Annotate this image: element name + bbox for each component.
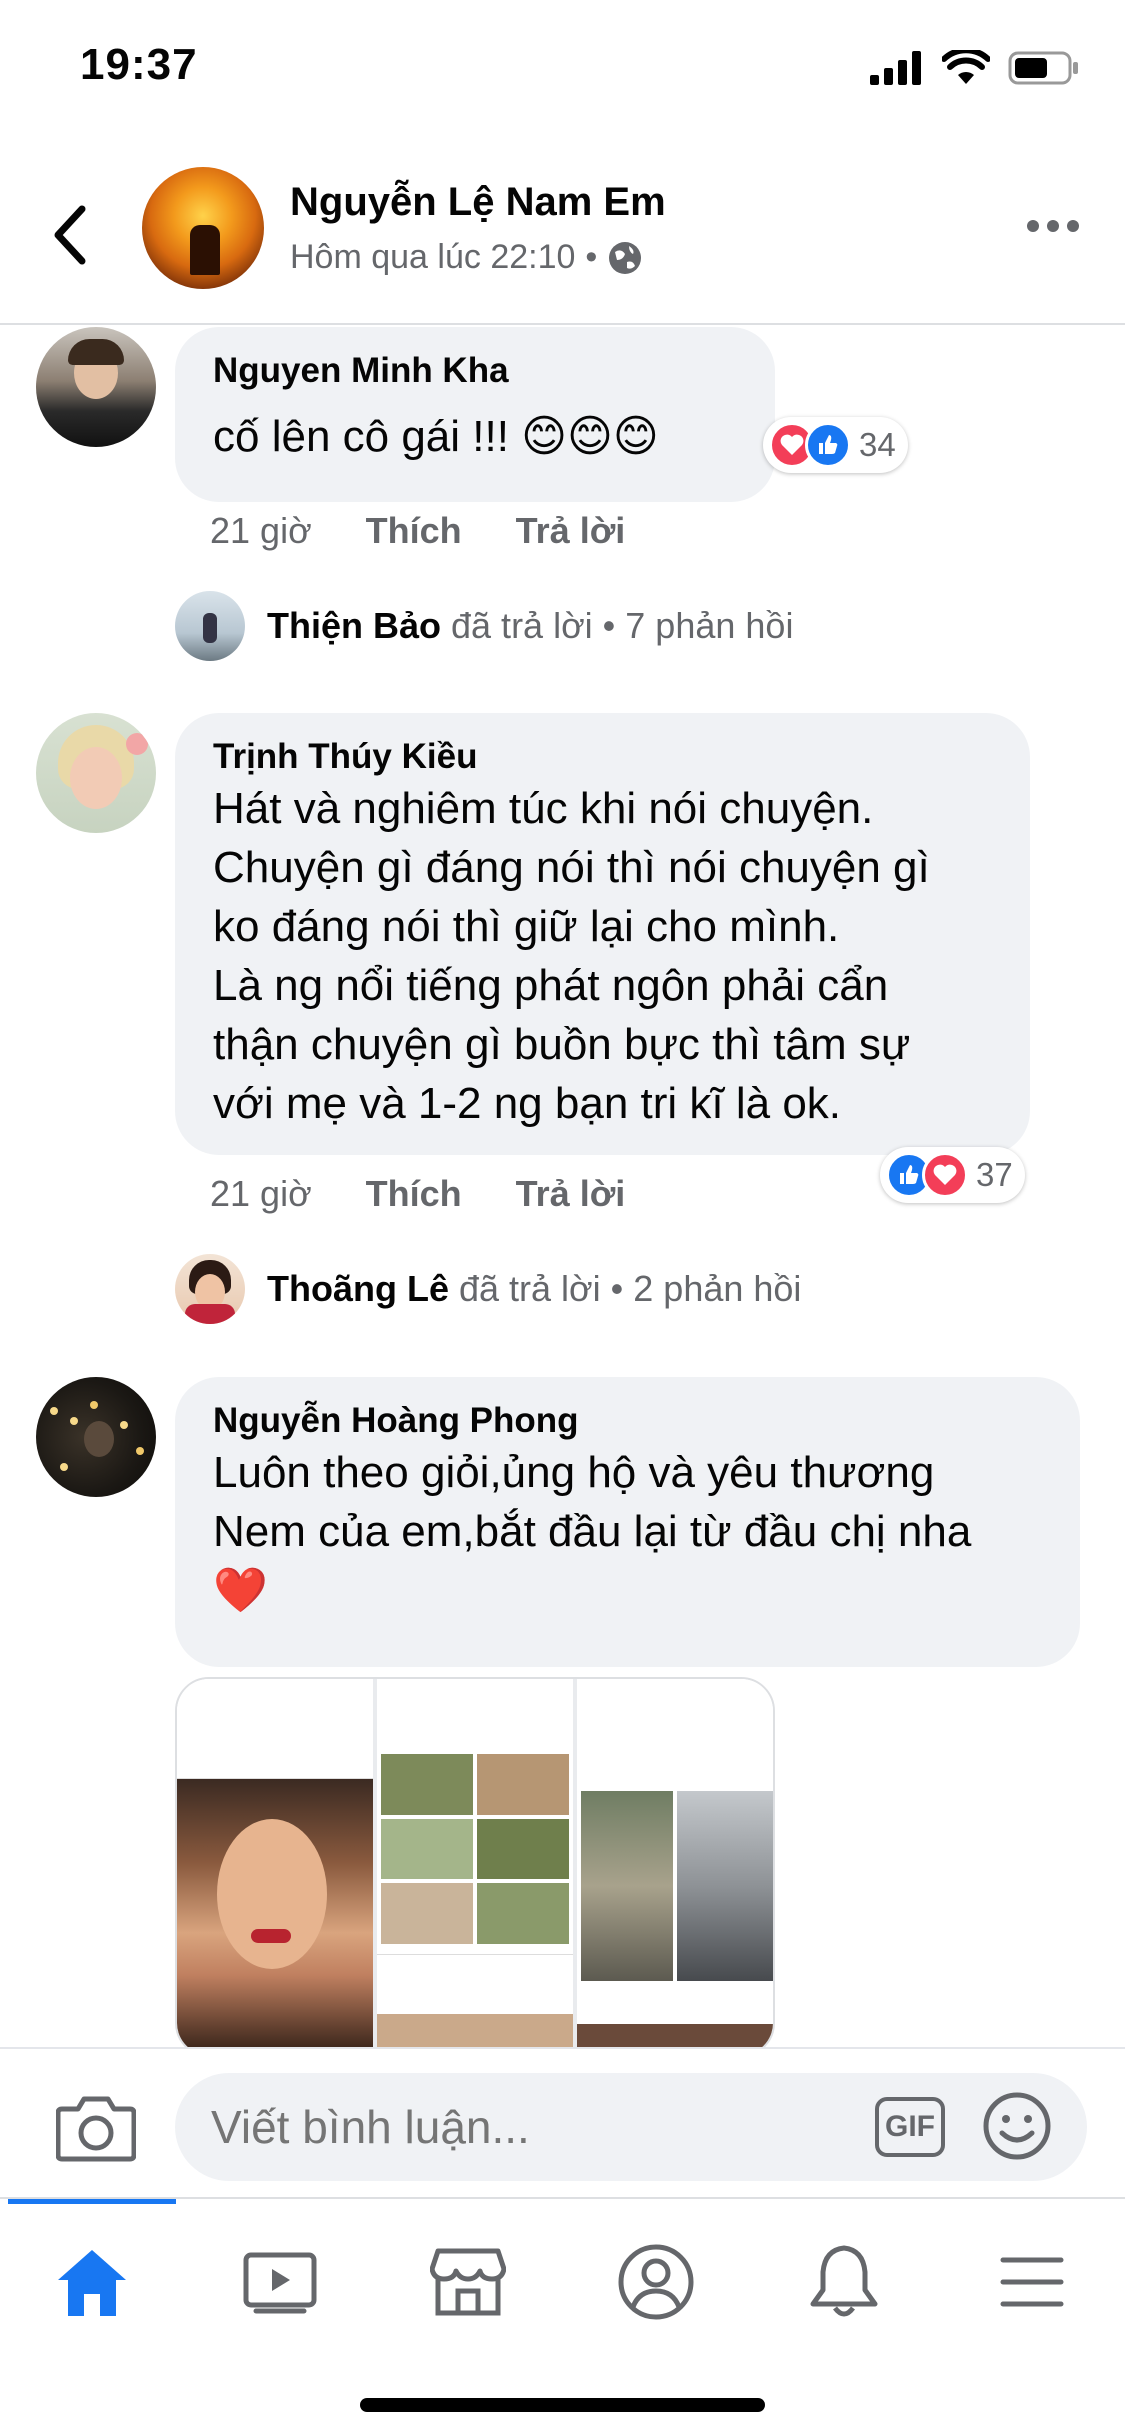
battery-icon [1008, 51, 1078, 85]
reaction-count: 37 [976, 1156, 1013, 1193]
view-replies-link[interactable]: Thoãng Lê đã trả lời • 2 phản hồi [175, 1254, 801, 1324]
view-replies-link[interactable]: Thiện Bảo đã trả lời • 7 phản hồi [175, 591, 793, 661]
comment-bubble: Nguyễn Hoàng Phong Luôn theo giỏi,ủng hộ… [175, 1377, 1080, 1667]
home-indicator [360, 2398, 765, 2412]
comment-actions: 21 giờ Thích Trả lời [210, 510, 625, 552]
reply-summary-text: đã trả lời • 7 phản hồi [451, 605, 794, 646]
tab-marketplace[interactable] [418, 2237, 518, 2327]
cellular-signal-icon [870, 51, 921, 85]
comment-bubble: Nguyen Minh Kha cố lên cô gái !!! 😊😊😊 [175, 327, 775, 502]
watch-icon [243, 2252, 317, 2314]
tab-watch[interactable] [230, 2237, 330, 2327]
comment-author[interactable]: Nguyễn Hoàng Phong [213, 1399, 1042, 1443]
comment-author[interactable]: Trịnh Thúy Kiều [213, 735, 992, 779]
tab-menu[interactable] [982, 2237, 1082, 2327]
page-avatar[interactable] [142, 167, 264, 289]
post-meta: Hôm qua lúc 22:10 • [290, 238, 643, 277]
love-reaction-icon [922, 1152, 968, 1198]
marketplace-icon [430, 2248, 506, 2316]
comment-time: 21 giờ [210, 510, 312, 551]
reply-avatar [175, 591, 245, 661]
post-header: Nguyễn Lệ Nam Em Hôm qua lúc 22:10 • [0, 135, 1125, 325]
back-arrow-icon[interactable] [46, 195, 96, 275]
comment-composer: GIF [0, 2047, 1125, 2197]
comment-text: Luôn theo giỏi,ủng hộ và yêu thương Nem … [213, 1448, 972, 1615]
comment-author[interactable]: Nguyen Minh Kha [213, 349, 737, 393]
comment-actions: 21 giờ Thích Trả lời [210, 1173, 625, 1215]
status-icons [870, 50, 1080, 86]
tab-home[interactable] [42, 2237, 142, 2327]
comment-bubble: Trịnh Thúy Kiều Hát và nghiêm túc khi nó… [175, 713, 1030, 1155]
home-icon [58, 2250, 126, 2316]
reply-button[interactable]: Trả lời [516, 510, 626, 552]
comment-text: cố lên cô gái !!! 😊😊😊 [213, 412, 659, 461]
meta-separator: • [585, 238, 598, 276]
reply-button[interactable]: Trả lời [516, 1173, 626, 1215]
status-bar: 19:37 [0, 0, 1125, 135]
reaction-count: 34 [859, 426, 896, 463]
comments-feed[interactable]: Nguyen Minh Kha cố lên cô gái !!! 😊😊😊 34… [0, 327, 1125, 2047]
reaction-summary[interactable]: 34 [763, 417, 908, 473]
like-reaction-icon [805, 422, 851, 468]
comment-attached-image[interactable] [175, 1677, 775, 2047]
comment-time: 21 giờ [210, 1173, 312, 1214]
reply-author: Thiện Bảo [267, 605, 442, 646]
emoji-icon[interactable] [982, 2091, 1052, 2161]
notifications-icon [810, 2245, 878, 2317]
like-button[interactable]: Thích [366, 1173, 462, 1215]
menu-icon [1000, 2257, 1064, 2307]
like-button[interactable]: Thích [366, 510, 462, 552]
commenter-avatar[interactable] [36, 1377, 156, 1497]
globe-icon [609, 241, 642, 274]
camera-icon[interactable] [56, 2091, 136, 2163]
status-time: 19:37 [80, 40, 198, 89]
wifi-icon [942, 50, 990, 84]
commenter-avatar[interactable] [36, 713, 156, 833]
reply-summary-text: đã trả lời • 2 phản hồi [459, 1268, 802, 1309]
profile-icon [618, 2244, 694, 2320]
reply-avatar [175, 1254, 245, 1324]
more-options-button[interactable] [1027, 220, 1079, 232]
reply-author: Thoãng Lê [267, 1268, 449, 1309]
commenter-avatar[interactable] [36, 327, 156, 447]
gif-button[interactable]: GIF [875, 2097, 945, 2157]
post-timestamp: Hôm qua lúc 22:10 [290, 238, 576, 276]
tab-notifications[interactable] [794, 2237, 894, 2327]
comment-input[interactable] [175, 2073, 1087, 2181]
comment-text: Hát và nghiêm túc khi nói chuyện. Chuyện… [213, 784, 930, 1128]
page-name[interactable]: Nguyễn Lệ Nam Em [290, 180, 666, 225]
reaction-summary[interactable]: 37 [880, 1147, 1025, 1203]
active-tab-indicator [8, 2199, 176, 2204]
tab-profile[interactable] [606, 2237, 706, 2327]
